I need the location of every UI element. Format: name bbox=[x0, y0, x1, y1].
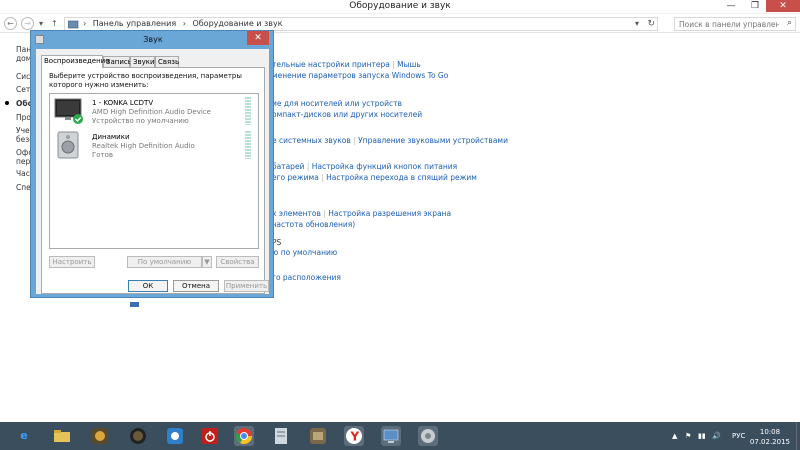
up-button[interactable]: ↑ bbox=[51, 19, 58, 28]
chrome-icon[interactable] bbox=[234, 426, 254, 446]
link-row: его режима | Настройка перехода в спящий… bbox=[272, 173, 477, 182]
forward-button[interactable]: → bbox=[21, 17, 34, 30]
device-name: 1 - KONKA LCDTV bbox=[92, 99, 154, 107]
device-driver: AMD High Definition Audio Device bbox=[92, 108, 211, 116]
control-panel-taskbar-icon[interactable] bbox=[381, 426, 401, 446]
speaker-app-icon[interactable] bbox=[128, 426, 148, 446]
dialog-titlebar[interactable]: Звук ✕ bbox=[31, 31, 275, 49]
tab-communications[interactable]: Связь bbox=[155, 56, 179, 67]
tray-chevron-icon[interactable]: ▲ bbox=[672, 432, 677, 440]
link-manage-audio-devices[interactable]: Управление звуковыми устройствами bbox=[358, 136, 508, 145]
control-panel-icon bbox=[68, 20, 79, 29]
window-title: Оборудование и звук bbox=[349, 1, 451, 11]
link-refresh-rate[interactable]: частота обновления) bbox=[272, 220, 355, 229]
playback-panel: Выберите устройство воспроизведения, пар… bbox=[41, 67, 265, 294]
device-driver: Realtek High Definition Audio bbox=[92, 142, 195, 150]
taskbar: e Y ▲ ⚑ ▮▮ 🔊 РУС 10:08 07.02.2015 bbox=[0, 422, 800, 450]
link-row: батарей | Настройка функций кнопок питан… bbox=[272, 162, 458, 171]
sound-dialog: Звук ✕ Воспроизведение Запись Звуки Связ… bbox=[30, 30, 274, 298]
search-icon[interactable]: ⌕ bbox=[787, 18, 792, 28]
file-explorer-icon[interactable] bbox=[52, 426, 72, 446]
tray-network-icon[interactable]: ▮▮ bbox=[698, 432, 706, 440]
address-dropdown-icon[interactable]: ▾ bbox=[635, 19, 639, 28]
clock-date: 07.02.2015 bbox=[749, 438, 790, 446]
current-bullet-icon bbox=[5, 101, 9, 105]
link-row: х элементов | Настройка разрешения экран… bbox=[272, 209, 452, 218]
link-mouse[interactable]: Мышь bbox=[397, 60, 421, 69]
link-sleep-transition[interactable]: Настройка перехода в спящий режим bbox=[326, 173, 477, 182]
address-bar[interactable]: › Панель управления › Оборудование и зву… bbox=[64, 17, 658, 31]
breadcrumb-control-panel[interactable]: Панель управления bbox=[93, 19, 176, 28]
app-icon-blue[interactable] bbox=[165, 426, 185, 446]
link-battery[interactable]: батарей bbox=[272, 162, 304, 171]
link-element-size[interactable]: х элементов bbox=[272, 209, 321, 218]
notepad-app-icon[interactable] bbox=[271, 426, 291, 446]
tray-flag-icon[interactable]: ⚑ bbox=[685, 432, 691, 440]
device-item-speakers[interactable]: Динамики Realtek High Definition Audio Г… bbox=[52, 129, 257, 163]
dialog-close-button[interactable]: ✕ bbox=[247, 31, 269, 45]
dialog-title: Звук bbox=[143, 35, 163, 44]
tray-clock[interactable]: 10:08 07.02.2015 bbox=[750, 427, 790, 447]
link-row: е системных звуков | Управление звуковым… bbox=[272, 136, 508, 145]
link-autoplay-devices[interactable]: ие для носителей или устройств bbox=[272, 99, 402, 108]
show-desktop-button[interactable] bbox=[796, 422, 800, 450]
tray-volume-icon[interactable]: 🔊 bbox=[712, 432, 721, 440]
link-screen-resolution[interactable]: Настройка разрешения экрана bbox=[328, 209, 451, 218]
link-default-program[interactable]: ю по умолчанию bbox=[272, 248, 337, 257]
ok-button[interactable]: ОК bbox=[128, 280, 168, 292]
link-autoplay-cds[interactable]: омпакт-дисков или других носителей bbox=[272, 110, 422, 119]
device-name: Динамики bbox=[92, 133, 130, 141]
link-sleep-mode[interactable]: его режима bbox=[272, 173, 319, 182]
svg-text:Y: Y bbox=[350, 430, 360, 444]
sound-taskbar-icon[interactable] bbox=[418, 426, 438, 446]
breadcrumb: › Панель управления › Оборудование и зву… bbox=[83, 19, 287, 28]
properties-button[interactable]: Свойства bbox=[216, 256, 259, 268]
media-app-icon[interactable] bbox=[90, 426, 110, 446]
minimize-button[interactable]: — bbox=[720, 0, 742, 12]
window-titlebar: Оборудование и звук — ❐ ✕ bbox=[0, 0, 800, 14]
refresh-icon[interactable]: ↻ bbox=[647, 19, 655, 29]
yandex-browser-icon[interactable]: Y bbox=[344, 426, 364, 446]
set-default-dropdown-icon[interactable]: ▼ bbox=[202, 256, 212, 268]
internet-explorer-icon[interactable]: e bbox=[14, 426, 34, 446]
link-row: тельные настройки принтера | Мышь bbox=[272, 60, 421, 69]
tv-monitor-icon bbox=[54, 98, 83, 124]
breadcrumb-hardware-sound[interactable]: Оборудование и звук bbox=[192, 19, 282, 28]
close-button[interactable]: ✕ bbox=[766, 0, 800, 12]
recent-dropdown-icon[interactable]: ▾ bbox=[39, 19, 43, 28]
breadcrumb-separator-icon: › bbox=[182, 19, 186, 28]
volume-meter bbox=[245, 131, 251, 159]
dialog-body: Воспроизведение Запись Звуки Связь Выбер… bbox=[36, 49, 269, 294]
breadcrumb-separator-icon: › bbox=[83, 19, 87, 28]
configure-button[interactable]: Настроить bbox=[49, 256, 95, 268]
device-item-konka[interactable]: 1 - KONKA LCDTV AMD High Definition Audi… bbox=[52, 95, 257, 129]
link-printer-settings[interactable]: тельные настройки принтера bbox=[272, 60, 390, 69]
search-input[interactable] bbox=[675, 18, 779, 30]
set-default-button[interactable]: По умолчанию bbox=[127, 256, 202, 268]
link-location[interactable]: го расположения bbox=[272, 273, 341, 282]
device-status: Готов bbox=[92, 151, 114, 159]
device-status: Устройство по умолчанию bbox=[92, 117, 189, 125]
clock-time: 10:08 bbox=[759, 428, 781, 436]
instruction-text: Выберите устройство воспроизведения, пар… bbox=[49, 72, 242, 89]
search-box[interactable]: ⌕ bbox=[674, 17, 796, 31]
tray-language[interactable]: РУС bbox=[732, 432, 745, 440]
link-windows-to-go[interactable]: менение параметров запуска Windows To Go bbox=[272, 71, 448, 80]
power-app-icon[interactable] bbox=[200, 426, 220, 446]
tab-sounds[interactable]: Звуки bbox=[130, 56, 155, 67]
cancel-button[interactable]: Отмена bbox=[173, 280, 219, 292]
volume-meter bbox=[245, 97, 251, 125]
device-list[interactable]: 1 - KONKA LCDTV AMD High Definition Audi… bbox=[49, 93, 259, 249]
maximize-button[interactable]: ❐ bbox=[744, 0, 766, 12]
link-power-buttons[interactable]: Настройка функций кнопок питания bbox=[312, 162, 457, 171]
game-app-icon[interactable] bbox=[308, 426, 328, 446]
back-button[interactable]: ← bbox=[4, 17, 17, 30]
tab-playback[interactable]: Воспроизведение bbox=[41, 55, 110, 68]
link-system-sounds[interactable]: е системных звуков bbox=[272, 136, 351, 145]
apply-button[interactable]: Применить bbox=[224, 280, 269, 292]
speaker-device-icon bbox=[57, 131, 79, 159]
category-icon bbox=[130, 302, 139, 307]
